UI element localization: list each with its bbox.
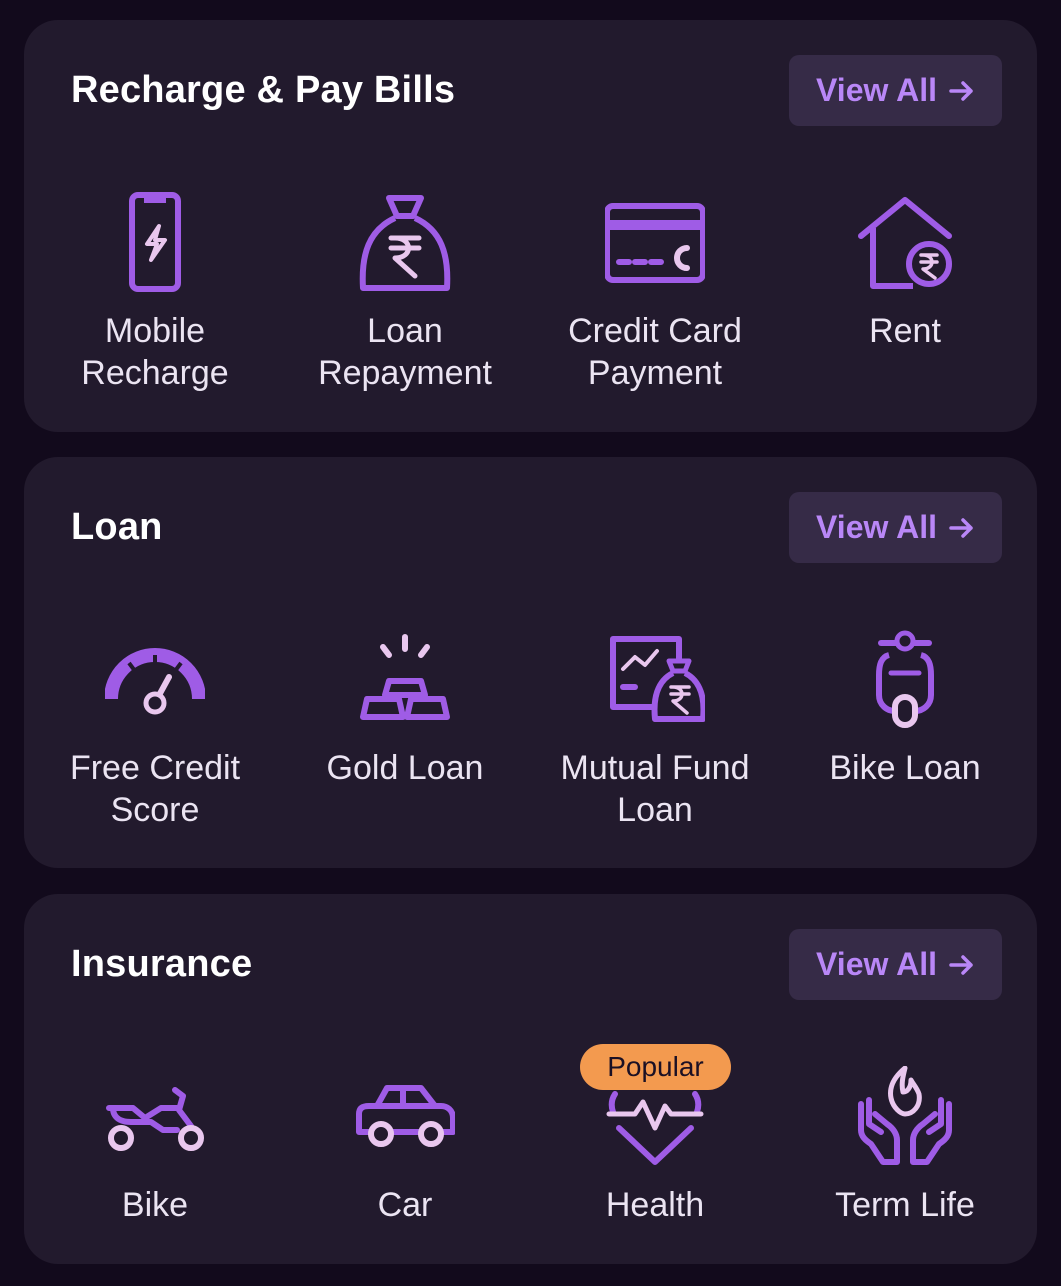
gold-bars-icon (360, 634, 450, 720)
item-label: Bike (121, 1186, 189, 1224)
item-label: Mobile Recharge (81, 312, 229, 392)
hands-flame-icon (858, 1066, 952, 1165)
item-label: Free Credit Score (69, 749, 241, 829)
item-label: Health (605, 1186, 705, 1224)
item-label: Term Life (835, 1186, 975, 1224)
house-rupee-icon (858, 197, 952, 289)
mobile-recharge-icon (129, 192, 181, 292)
view-all-label: View All (816, 946, 937, 982)
motorbike-icon (106, 1087, 204, 1151)
item-label: Car (377, 1186, 433, 1224)
arrow-right-icon (949, 517, 975, 539)
arrow-right-icon (949, 954, 975, 976)
view-all-button[interactable]: View All (789, 929, 1002, 1000)
popular-badge: Popular (580, 1044, 731, 1090)
insurance-card: Insurance View All Popular Bike Car Heal… (24, 894, 1037, 1264)
section-title: Loan (71, 506, 163, 548)
view-all-button[interactable]: View All (789, 55, 1002, 126)
item-label: Rent (869, 312, 941, 350)
item-label: Mutual Fund Loan (560, 749, 750, 829)
item-label: Bike Loan (829, 749, 981, 787)
money-bag-rupee-icon (359, 195, 451, 291)
loan-card: Loan View All Free Credit Score Gold Loa… (24, 457, 1037, 868)
car-icon (356, 1085, 455, 1147)
arrow-right-icon (949, 80, 975, 102)
item-label: Gold Loan (326, 749, 484, 787)
item-label: Loan Repayment (318, 312, 492, 392)
view-all-button[interactable]: View All (789, 492, 1002, 563)
item-label: Credit Card Payment (568, 312, 742, 392)
recharge-pay-bills-card: Recharge & Pay Bills View All Mobile Rec… (24, 20, 1037, 432)
section-title: Recharge & Pay Bills (71, 69, 456, 111)
credit-card-icon (605, 203, 705, 283)
scooter-icon (876, 630, 934, 728)
mutual-fund-icon (610, 636, 705, 722)
speedometer-icon (105, 648, 205, 715)
section-title: Insurance (71, 943, 253, 985)
view-all-label: View All (816, 72, 937, 108)
view-all-label: View All (816, 509, 937, 545)
